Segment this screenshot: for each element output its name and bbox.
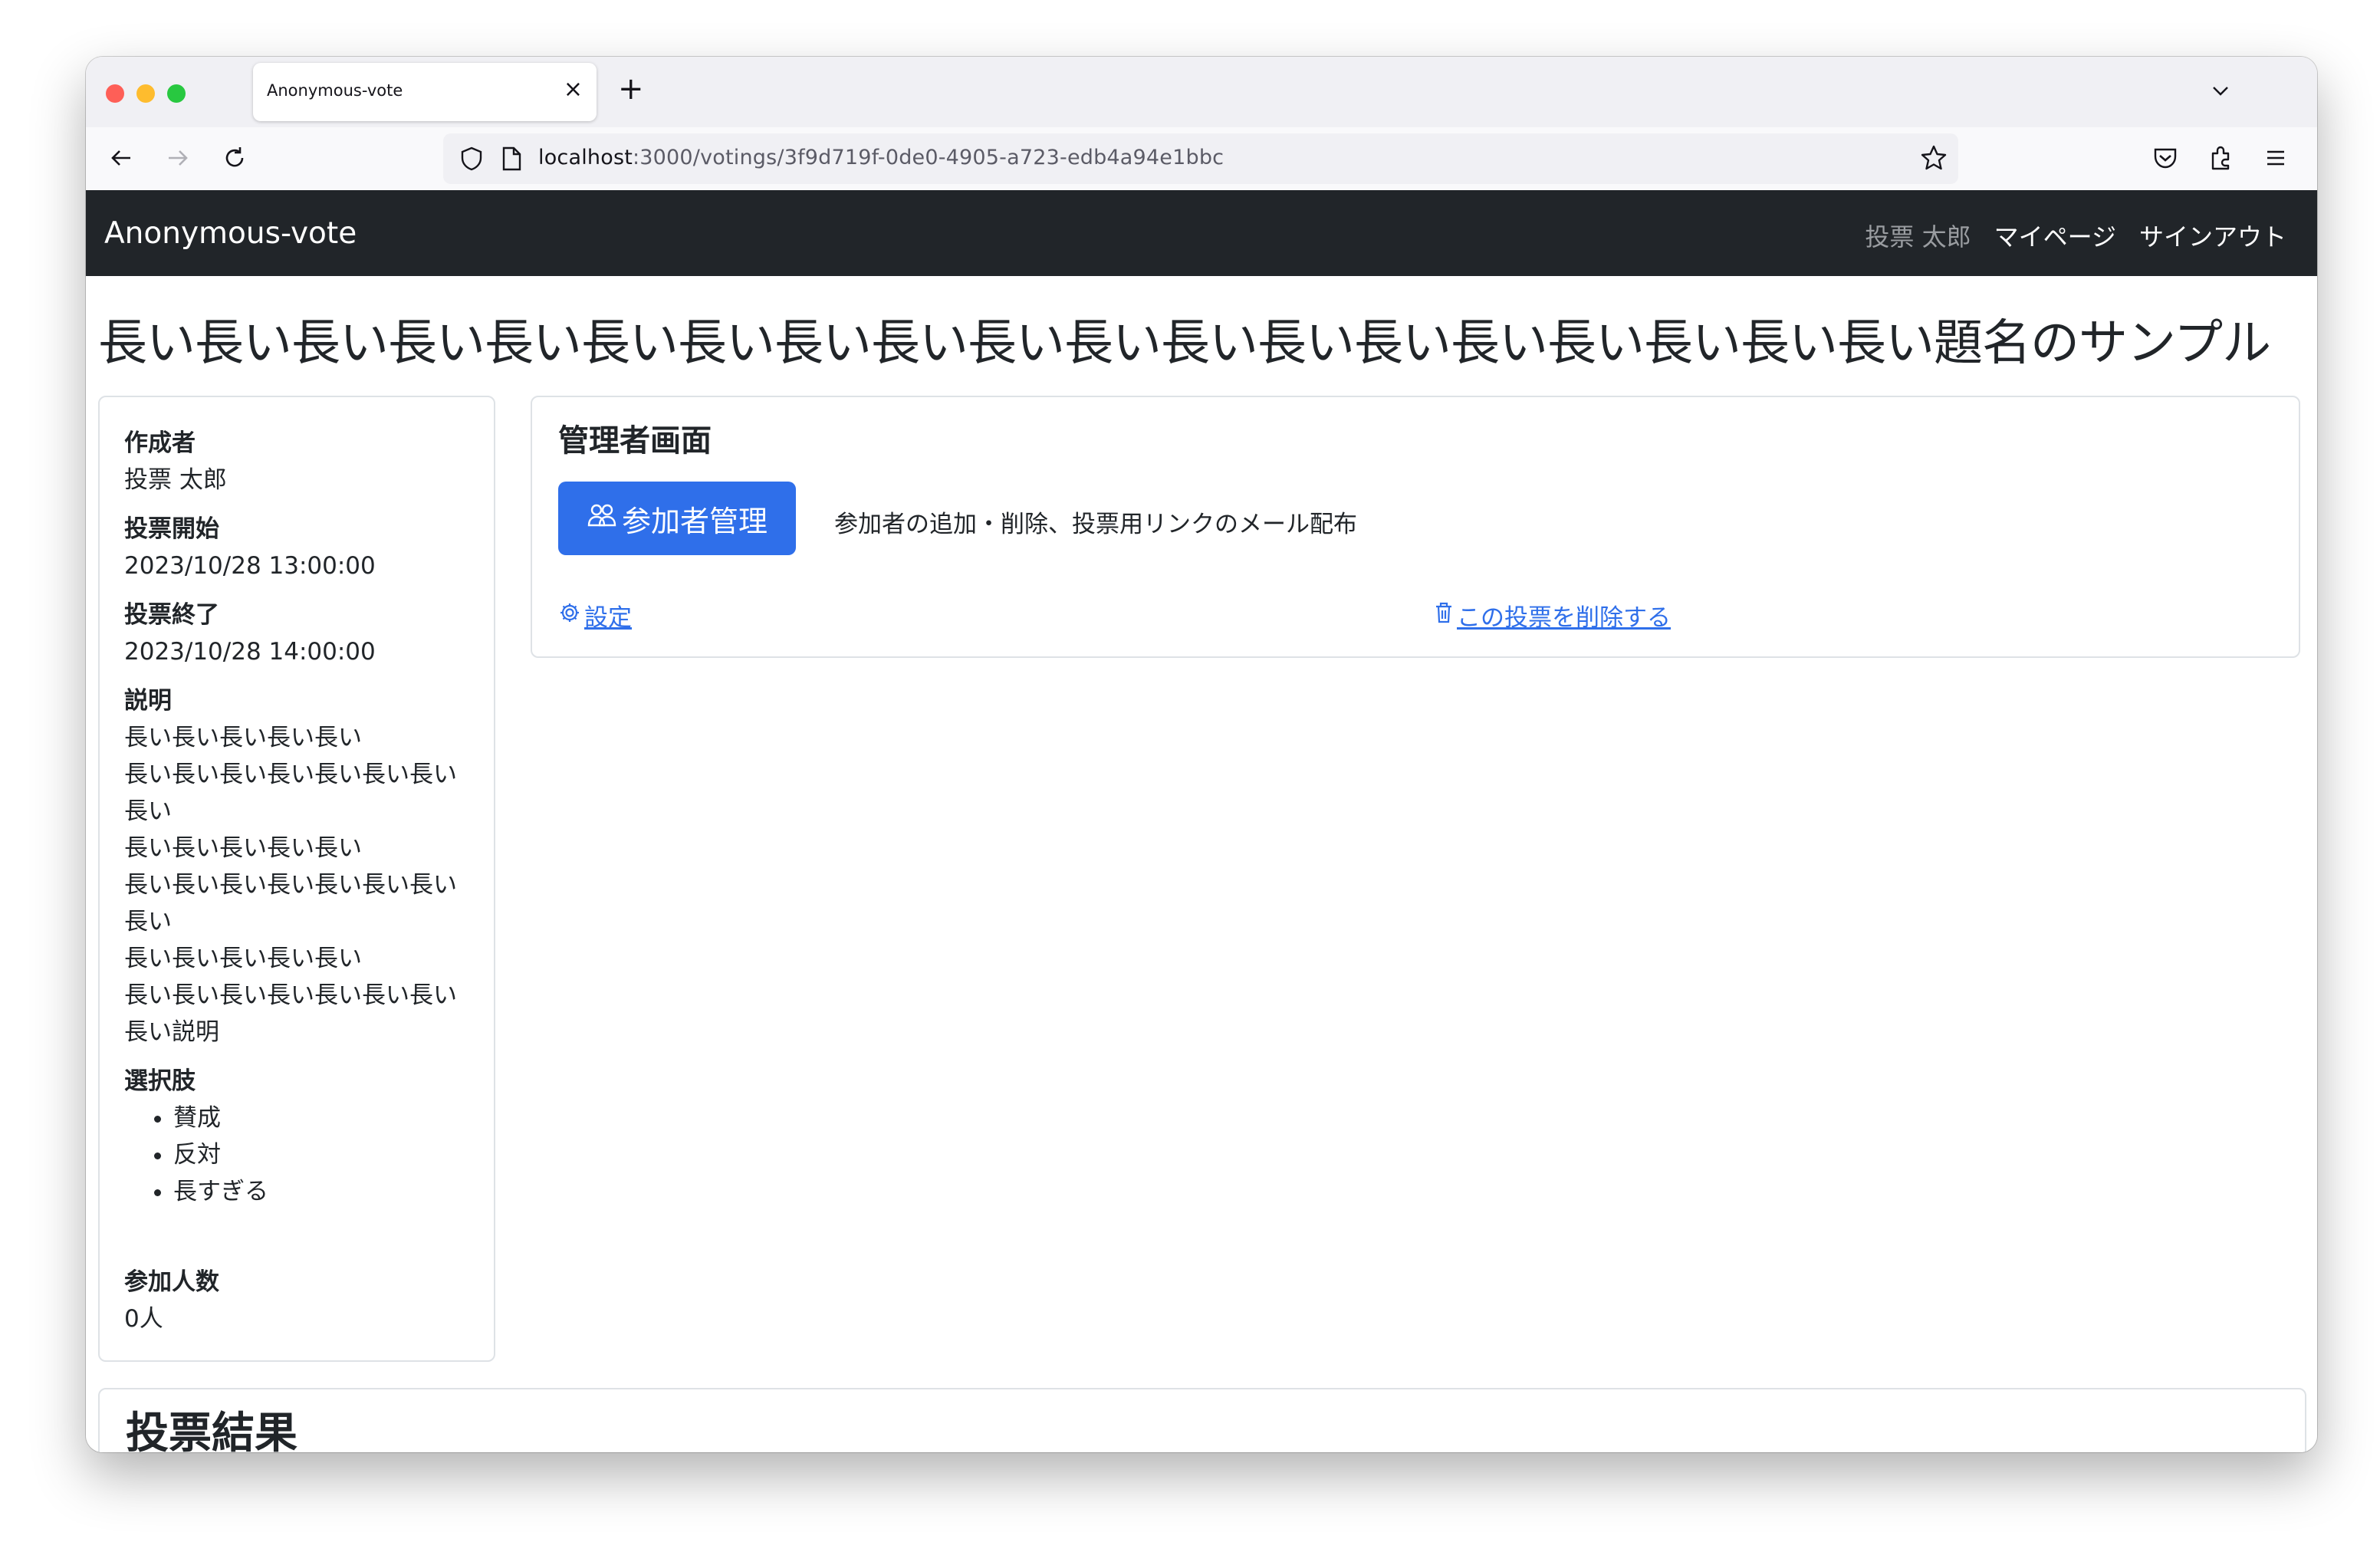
trash-icon (1434, 601, 1454, 630)
description-line: 長い長い長い長い長い長い長い (124, 761, 457, 788)
tab-strip: Anonymous-vote × + (86, 57, 2317, 127)
page-title: 長い長い長い長い長い長い長い長い長い長い長い長い長い長い長い長い長い長い長い題名… (98, 315, 2271, 372)
people-icon (587, 501, 617, 536)
pocket-icon[interactable] (2152, 144, 2179, 175)
mypage-link[interactable]: マイページ (1994, 218, 2116, 253)
admin-panel-card: 管理者画面 参加者管理 参加者の追加・削除、投票用リンクのメール配布 設定 この… (531, 396, 2300, 658)
start-value: 2023/10/28 13:00:00 (124, 552, 376, 580)
participants-label: 参加人数 (124, 1268, 219, 1296)
description-line: 長い長い長い長い長い (124, 834, 362, 862)
end-label: 投票終了 (124, 601, 219, 629)
manage-participants-label: 参加者管理 (621, 504, 768, 538)
end-value: 2023/10/28 14:00:00 (124, 638, 376, 666)
current-user-name: 投票 太郎 (1865, 222, 1971, 252)
choice-item: 賛成 (173, 1100, 469, 1136)
browser-window: Anonymous-vote × + localhost:3000/voting… (86, 57, 2317, 1452)
author-label: 作成者 (124, 429, 196, 457)
choices-value: 賛成 反対 長すぎる (124, 1100, 469, 1210)
voting-details-card: 作成者 投票 太郎 投票開始 2023/10/28 13:00:00 投票終了 … (98, 396, 495, 1362)
description-line: 長い長い長い長い長い長い長い (124, 982, 457, 1009)
close-window-button[interactable] (106, 84, 124, 103)
url-path: :3000/votings/3f9d719f-0de0-4905-a723-ed… (633, 146, 1225, 169)
close-tab-icon[interactable]: × (564, 77, 583, 103)
choices-list: 賛成 反対 長すぎる (124, 1100, 469, 1210)
browser-toolbar: localhost:3000/votings/3f9d719f-0de0-490… (86, 127, 2317, 192)
admin-panel-title: 管理者画面 (558, 423, 712, 459)
delete-voting-label: この投票を削除する (1457, 604, 1671, 632)
tab-title: Anonymous-vote (267, 81, 403, 100)
manage-participants-button[interactable]: 参加者管理 (558, 482, 796, 555)
brand-link[interactable]: Anonymous-vote (104, 216, 357, 251)
maximize-window-button[interactable] (167, 84, 186, 103)
address-bar[interactable]: localhost:3000/votings/3f9d719f-0de0-490… (443, 133, 1958, 184)
description-line: 長い長い長い長い長い長い長い (124, 871, 457, 899)
choice-item: 長すぎる (173, 1173, 469, 1210)
page-info-icon[interactable] (500, 146, 523, 175)
page-content: Anonymous-vote 投票 太郎 マイページ サインアウト 長い長い長い… (86, 190, 2317, 1452)
description-line: 長い (124, 797, 172, 825)
delete-voting-link[interactable]: この投票を削除する (1434, 598, 1671, 633)
description-label: 説明 (124, 687, 172, 715)
navbar-right: 投票 太郎 マイページ サインアウト (1865, 218, 2286, 253)
shield-icon[interactable] (459, 146, 485, 175)
forward-icon[interactable] (164, 144, 192, 175)
reload-icon[interactable] (221, 144, 248, 175)
manage-participants-description: 参加者の追加・削除、投票用リンクのメール配布 (834, 511, 1357, 538)
bookmark-star-icon[interactable] (1920, 144, 1948, 175)
gear-icon (558, 601, 581, 630)
app-navbar: Anonymous-vote 投票 太郎 マイページ サインアウト (86, 190, 2317, 276)
url-text: localhost:3000/votings/3f9d719f-0de0-490… (538, 146, 1224, 169)
description-line: 長い (124, 908, 172, 935)
settings-link-label: 設定 (584, 604, 632, 632)
url-host: localhost (538, 146, 633, 169)
extensions-icon[interactable] (2207, 144, 2234, 175)
results-title: 投票結果 (126, 1409, 298, 1453)
participants-value: 0人 (124, 1305, 163, 1333)
back-icon[interactable] (107, 144, 135, 175)
description-value: 長い長い長い長い長い 長い長い長い長い長い長い長い 長い 長い長い長い長い長い … (124, 719, 469, 1051)
settings-link[interactable]: 設定 (558, 598, 632, 633)
choices-label: 選択肢 (124, 1067, 196, 1095)
start-label: 投票開始 (124, 515, 219, 543)
minimize-window-button[interactable] (136, 84, 155, 103)
browser-tab[interactable]: Anonymous-vote × (253, 63, 597, 121)
menu-icon[interactable] (2262, 144, 2290, 175)
new-tab-icon[interactable]: + (618, 74, 644, 104)
author-value: 投票 太郎 (124, 466, 227, 494)
results-card: 投票結果 (98, 1388, 2306, 1452)
choice-item: 反対 (173, 1136, 469, 1173)
description-line: 長い説明 (124, 1018, 219, 1046)
description-line: 長い長い長い長い長い (124, 945, 362, 972)
description-line: 長い長い長い長い長い (124, 724, 362, 751)
chevron-down-icon[interactable] (2208, 78, 2233, 106)
signout-link[interactable]: サインアウト (2139, 218, 2286, 253)
